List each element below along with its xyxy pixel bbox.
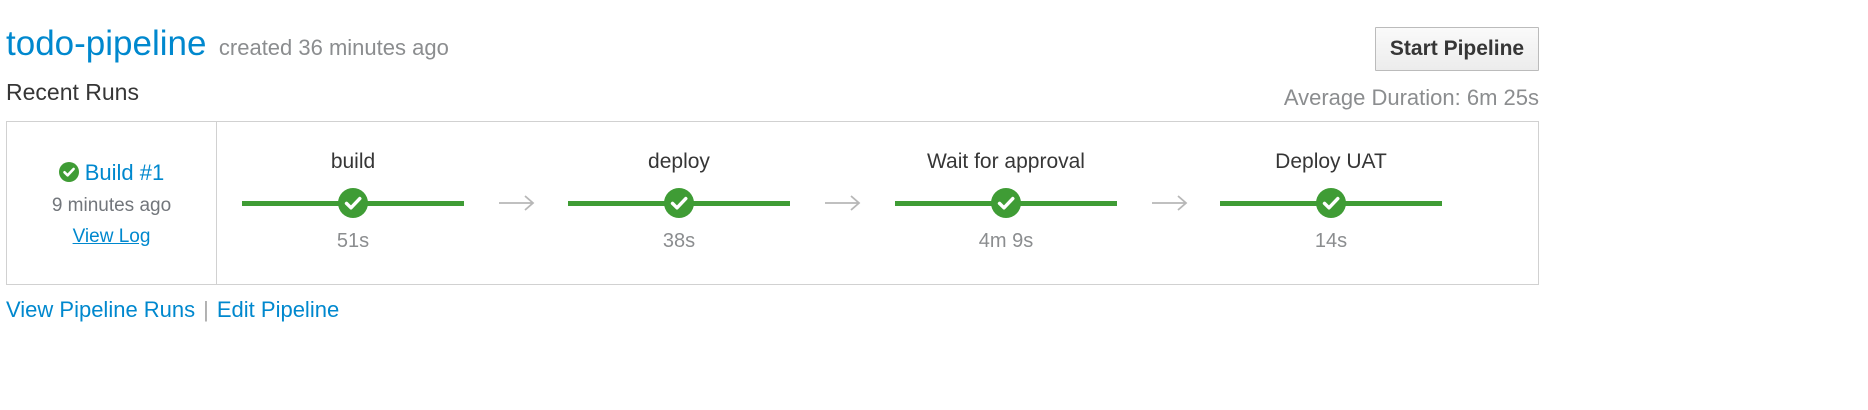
check-circle-icon <box>664 188 694 218</box>
check-circle-icon <box>1316 188 1346 218</box>
build-summary: Build #1 9 minutes ago View Log <box>7 122 217 284</box>
pipeline-created-time: created 36 minutes ago <box>218 35 449 60</box>
build-link[interactable]: Build #1 <box>85 160 165 185</box>
pipeline-header: todo-pipeline created 36 minutes ago <box>6 24 449 64</box>
arrow-right-icon <box>499 195 535 211</box>
stage-duration: 4m 9s <box>978 230 1034 252</box>
edit-pipeline-link[interactable]: Edit Pipeline <box>217 297 339 322</box>
build-time: 9 minutes ago <box>51 195 172 216</box>
stage-wait-for-approval[interactable]: Wait for approval 4m 9s <box>895 122 1117 284</box>
check-circle-icon <box>991 188 1021 218</box>
recent-runs-heading: Recent Runs <box>6 79 139 105</box>
stage-duration: 14s <box>1314 230 1348 252</box>
stage-name: deploy <box>648 150 710 173</box>
stage-name: Deploy UAT <box>1275 150 1387 173</box>
view-log-link[interactable]: View Log <box>7 226 216 248</box>
view-pipeline-runs-link[interactable]: View Pipeline Runs <box>6 297 195 322</box>
pipeline-footer-links: View Pipeline Runs | Edit Pipeline <box>6 297 339 323</box>
pipeline-page: todo-pipeline created 36 minutes ago Sta… <box>0 0 1868 410</box>
build-title: Build #1 <box>7 160 216 186</box>
arrow-right-icon <box>825 195 861 211</box>
stage-duration: 38s <box>662 230 696 252</box>
check-circle-icon <box>338 188 368 218</box>
check-circle-icon <box>58 162 79 183</box>
stage-deploy-uat[interactable]: Deploy UAT 14s <box>1220 122 1442 284</box>
average-duration: Average Duration: 6m 25s <box>1283 85 1539 110</box>
stage-name: Wait for approval <box>927 150 1085 173</box>
stage-deploy[interactable]: deploy 38s <box>568 122 790 284</box>
pipeline-run-card: Build #1 9 minutes ago View Log build 51… <box>6 121 1539 285</box>
stage-build[interactable]: build 51s <box>242 122 464 284</box>
stage-duration: 51s <box>336 230 370 252</box>
pipeline-name-link[interactable]: todo-pipeline <box>6 24 206 63</box>
start-pipeline-button[interactable]: Start Pipeline <box>1375 27 1539 71</box>
link-separator: | <box>203 297 209 322</box>
stage-name: build <box>330 150 376 173</box>
arrow-right-icon <box>1152 195 1188 211</box>
